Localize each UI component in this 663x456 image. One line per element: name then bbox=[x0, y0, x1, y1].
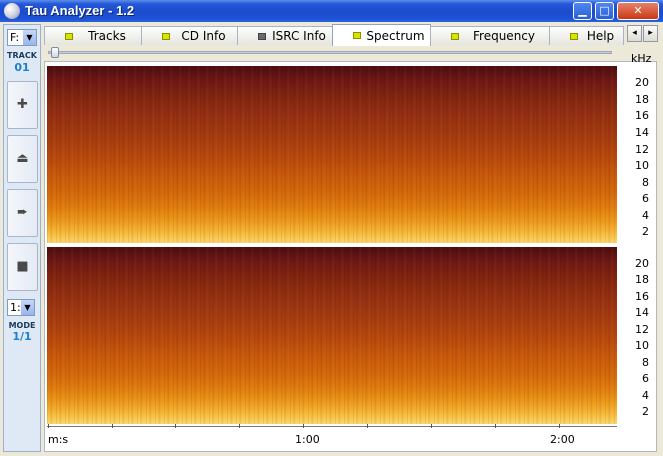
tab-help[interactable]: Help bbox=[549, 26, 624, 45]
tab-tracks[interactable]: Tracks bbox=[44, 26, 142, 45]
left-toolbar: F: ▼ TRACK 01 ✚ ⏏ ➨ ■ 1: ▼ MODE 1/1 bbox=[3, 24, 41, 452]
tab-label: ISRC Info bbox=[272, 29, 326, 43]
mode-select-value: 1: bbox=[10, 301, 21, 314]
x-tick bbox=[367, 424, 368, 428]
y-tick-label: 10 bbox=[635, 339, 649, 352]
y-tick-label: 16 bbox=[635, 290, 649, 303]
mode-value: 1/1 bbox=[12, 330, 32, 343]
y-tick-label: 4 bbox=[642, 209, 649, 222]
x-tick bbox=[303, 424, 304, 428]
y-tick-label: 12 bbox=[635, 323, 649, 336]
chevron-down-icon[interactable]: ▼ bbox=[23, 30, 36, 45]
slider-track[interactable] bbox=[48, 51, 612, 54]
x-tick-label: 1:00 bbox=[295, 433, 320, 446]
y-tick-label: 14 bbox=[635, 306, 649, 319]
x-tick-label: 2:00 bbox=[550, 433, 575, 446]
time-axis-unit-label: m:s bbox=[48, 433, 69, 446]
app-window: Tau Analyzer - 1.2 ▁ □ ✕ F: ▼ TRACK 01 ✚… bbox=[0, 0, 663, 456]
track-label: TRACK bbox=[7, 51, 37, 60]
y-tick-label: 14 bbox=[635, 126, 649, 139]
drive-value: F: bbox=[10, 31, 20, 44]
spectrum-panel: kHz 20 18 16 14 12 10 8 6 4 2 20 18 16 1… bbox=[44, 52, 657, 452]
eject-button[interactable]: ⏏ bbox=[7, 135, 38, 183]
tab-frequency[interactable]: Frequency bbox=[430, 26, 550, 45]
mode-label: MODE bbox=[8, 321, 36, 330]
y-tick-label: 18 bbox=[635, 93, 649, 106]
y-tick-label: 16 bbox=[635, 109, 649, 122]
window-title: Tau Analyzer - 1.2 bbox=[25, 3, 135, 18]
track-number: 01 bbox=[14, 61, 30, 74]
y-tick-label: 12 bbox=[635, 143, 649, 156]
time-axis bbox=[47, 426, 617, 427]
x-tick bbox=[495, 424, 496, 428]
tab-label: Tracks bbox=[88, 29, 126, 43]
y-tick-label: 6 bbox=[642, 192, 649, 205]
tab-label: Help bbox=[586, 29, 615, 43]
y-tick-label: 8 bbox=[642, 356, 649, 369]
drive-select[interactable]: F: ▼ bbox=[7, 29, 37, 46]
y-tick-label: 2 bbox=[642, 405, 649, 418]
tab-scroll-right-button[interactable]: ▸ bbox=[643, 25, 658, 42]
y-tick-label: 4 bbox=[642, 389, 649, 402]
close-button[interactable]: ✕ bbox=[617, 2, 659, 20]
chevron-right-icon: ▸ bbox=[648, 28, 653, 38]
plus-icon: ✚ bbox=[17, 97, 28, 112]
stop-button[interactable]: ■ bbox=[7, 243, 38, 291]
position-slider[interactable] bbox=[48, 47, 612, 59]
app-icon bbox=[4, 3, 20, 19]
spectrogram-channel-1 bbox=[47, 66, 617, 243]
tab-bar: Tracks CD Info ISRC Info Spectrum Freque… bbox=[44, 24, 624, 46]
tab-label: Frequency bbox=[473, 29, 535, 43]
slider-thumb[interactable] bbox=[51, 47, 59, 58]
frequency-unit-label: kHz bbox=[631, 52, 652, 65]
y-tick-label: 10 bbox=[635, 159, 649, 172]
title-bar: Tau Analyzer - 1.2 ▁ □ ✕ bbox=[0, 0, 663, 22]
tab-spectrum[interactable]: Spectrum bbox=[332, 24, 431, 46]
x-tick bbox=[239, 424, 240, 428]
chevron-left-icon: ◂ bbox=[632, 28, 637, 38]
arrow-right-icon: ➨ bbox=[17, 205, 28, 220]
play-button[interactable]: ➨ bbox=[7, 189, 38, 237]
x-tick bbox=[559, 424, 560, 428]
x-tick bbox=[112, 424, 113, 428]
tab-isrc-info[interactable]: ISRC Info bbox=[237, 26, 333, 45]
add-button[interactable]: ✚ bbox=[7, 81, 38, 129]
y-tick-label: 20 bbox=[635, 76, 649, 89]
y-tick-label: 8 bbox=[642, 176, 649, 189]
x-tick bbox=[431, 424, 432, 428]
y-tick-label: 6 bbox=[642, 372, 649, 385]
tab-label: CD Info bbox=[181, 29, 226, 43]
minimize-button[interactable]: ▁ bbox=[573, 2, 592, 20]
spectrogram-channel-2 bbox=[47, 247, 617, 424]
eject-icon: ⏏ bbox=[16, 151, 29, 166]
y-tick-label: 18 bbox=[635, 273, 649, 286]
x-tick bbox=[175, 424, 176, 428]
tab-cd-info[interactable]: CD Info bbox=[141, 26, 238, 45]
tab-label: Spectrum bbox=[366, 29, 425, 43]
chevron-down-icon[interactable]: ▼ bbox=[21, 300, 34, 315]
y-tick-label: 2 bbox=[642, 225, 649, 238]
mode-select[interactable]: 1: ▼ bbox=[7, 299, 35, 316]
stop-icon: ■ bbox=[16, 259, 29, 274]
maximize-button[interactable]: □ bbox=[595, 2, 614, 20]
tab-scroll-left-button[interactable]: ◂ bbox=[627, 25, 642, 42]
x-tick bbox=[48, 424, 49, 428]
y-tick-label: 20 bbox=[635, 257, 649, 270]
